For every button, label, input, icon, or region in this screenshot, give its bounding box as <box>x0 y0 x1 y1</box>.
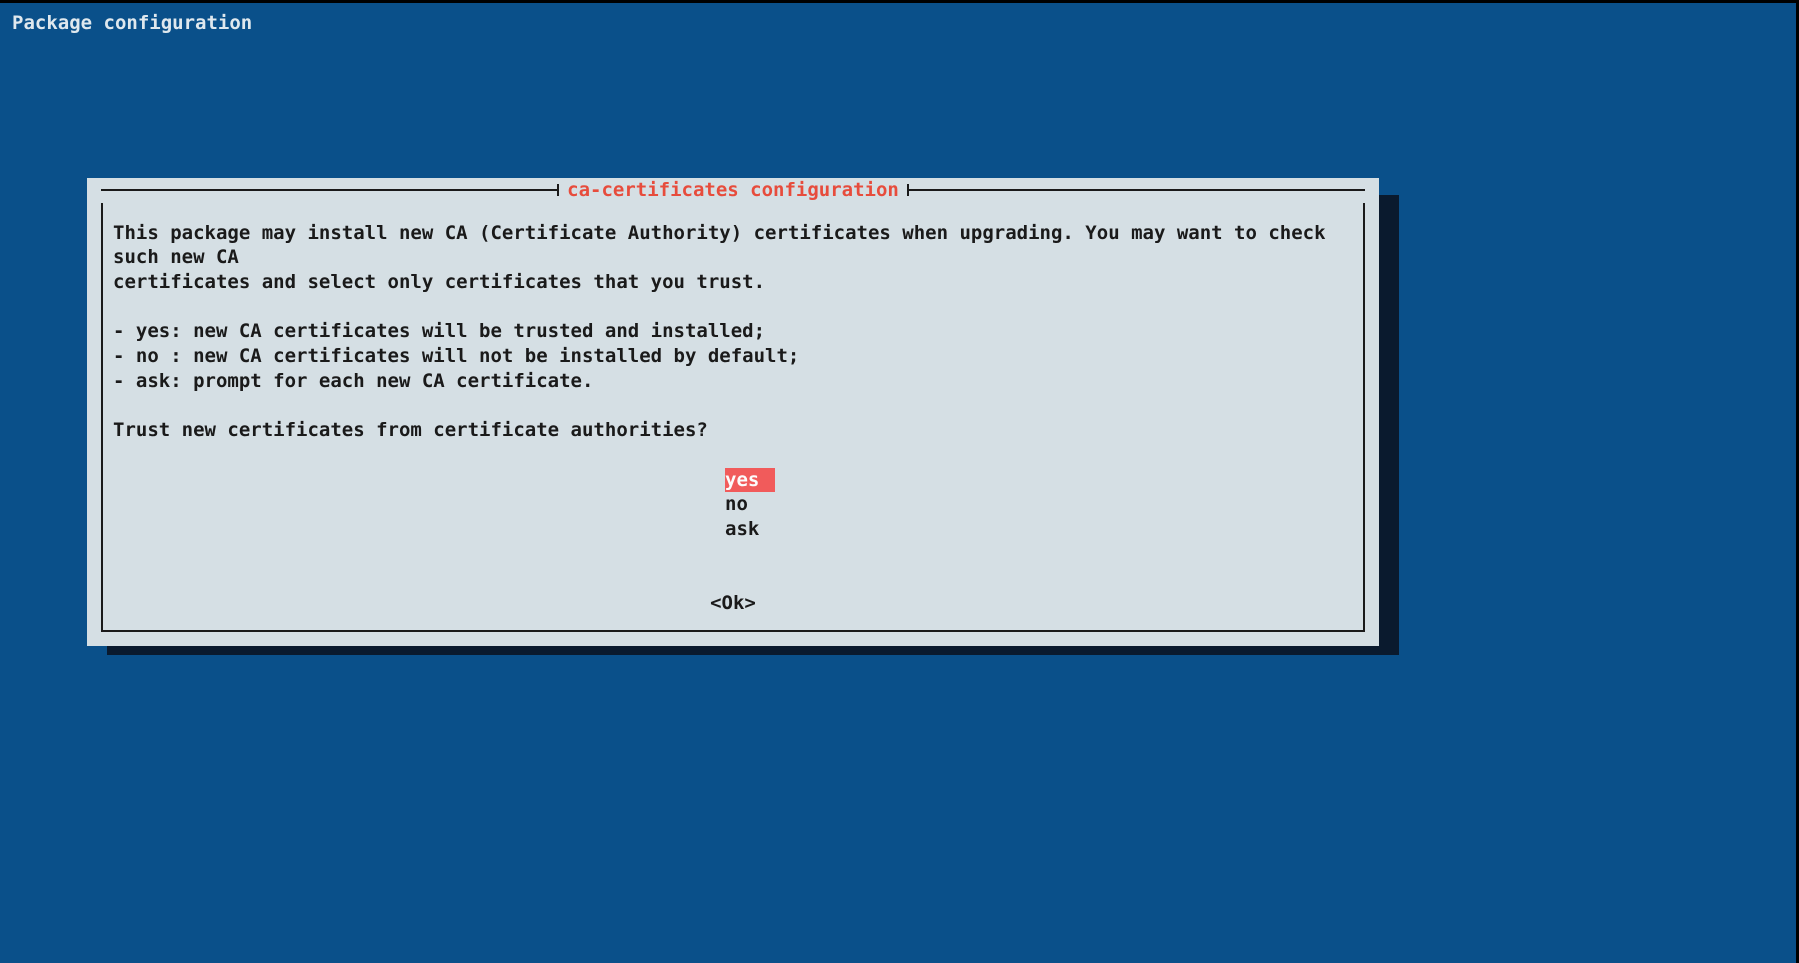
option-desc-ask: - ask: prompt for each new CA certificat… <box>113 369 1353 394</box>
terminal-background: Package configuration ca-certificates co… <box>0 0 1799 963</box>
option-desc-no: - no : new CA certificates will not be i… <box>113 344 1353 369</box>
description-line-1: This package may install new CA (Certifi… <box>113 221 1353 270</box>
dialog-question: Trust new certificates from certificate … <box>113 418 1353 443</box>
description-line-2: certificates and select only certificate… <box>113 270 1353 295</box>
option-yes[interactable]: yes <box>725 468 775 493</box>
menu-options: yes no ask <box>725 468 1353 542</box>
ok-button-wrap: <Ok> <box>113 591 1353 616</box>
option-desc-yes: - yes: new CA certificates will be trust… <box>113 319 1353 344</box>
dialog-title: ca-certificates configuration <box>559 178 907 203</box>
option-no[interactable]: no <box>725 492 748 517</box>
dialog-border: This package may install new CA (Certifi… <box>101 203 1365 632</box>
option-ask[interactable]: ask <box>725 517 759 542</box>
dialog-body: This package may install new CA (Certifi… <box>113 221 1353 616</box>
dialog-box: ca-certificates configuration This packa… <box>87 178 1379 646</box>
ok-button[interactable]: <Ok> <box>710 591 756 616</box>
dialog-top-border: ca-certificates configuration <box>101 178 1365 203</box>
page-title: Package configuration <box>0 3 1796 44</box>
